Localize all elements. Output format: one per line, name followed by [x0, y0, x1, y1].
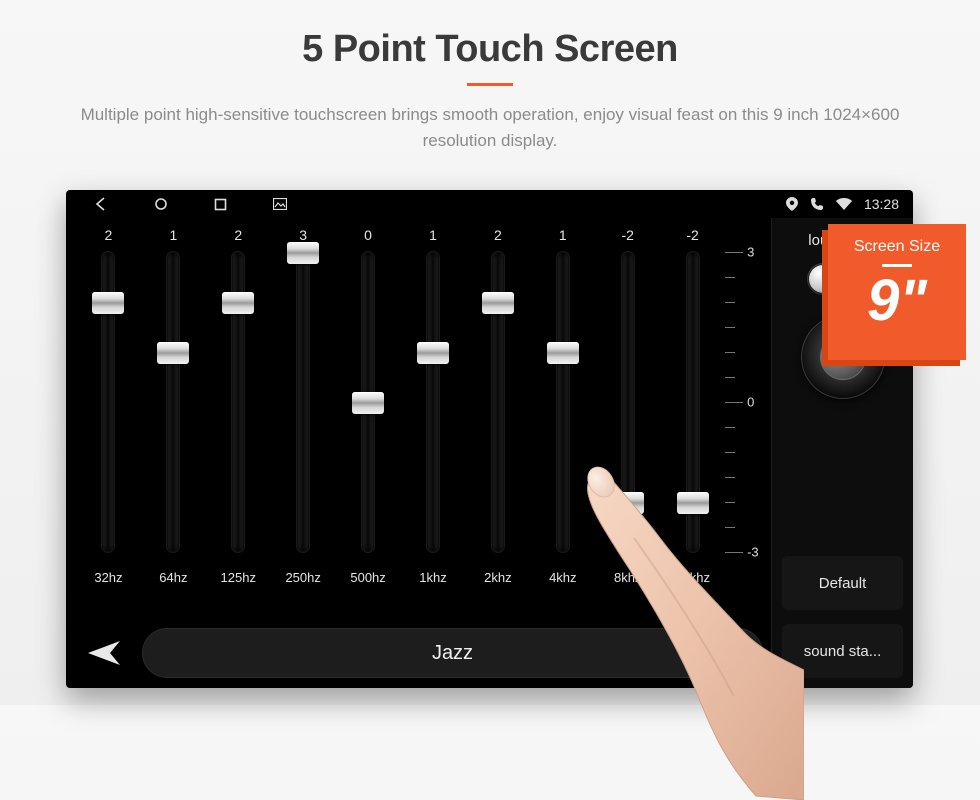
back-button[interactable] [80, 635, 124, 671]
eq-slider-knob[interactable] [482, 292, 514, 314]
eq-slider-knob[interactable] [547, 342, 579, 364]
image-icon[interactable] [273, 198, 287, 210]
eq-band-freq: 500hz [350, 570, 385, 588]
eq-slider-knob[interactable] [287, 242, 319, 264]
eq-scale: 30-3 [725, 252, 767, 552]
eq-band-value: 2 [494, 224, 502, 246]
eq-slider-track[interactable] [297, 252, 309, 552]
eq-slider-knob[interactable] [222, 292, 254, 314]
device-frame: 13:28 232hz164hz2125hz3250hz0500hz11khz2… [66, 190, 913, 688]
eq-slider-track[interactable] [362, 252, 374, 552]
eq-band-value: 0 [364, 224, 372, 246]
eq-band-freq: 125hz [221, 570, 256, 588]
badge-value: 9" [828, 269, 966, 333]
eq-slider-knob[interactable] [92, 292, 124, 314]
eq-band-value: 1 [559, 224, 567, 246]
eq-scale-label: 3 [747, 245, 754, 260]
screen-size-badge: Screen Size 9" [828, 224, 966, 360]
eq-band: 2 32hz [76, 224, 141, 614]
eq-band: 2 2khz [465, 224, 530, 614]
eq-band: 2 125hz [206, 224, 271, 614]
eq-slider-track[interactable] [167, 252, 179, 552]
eq-band-value: 1 [169, 224, 177, 246]
equalizer: 232hz164hz2125hz3250hz0500hz11khz22khz14… [66, 218, 771, 688]
status-bar: 13:28 [66, 190, 913, 218]
preset-button[interactable]: Jazz [142, 628, 763, 678]
eq-slider-track[interactable] [622, 252, 634, 552]
eq-band-freq: 4khz [549, 570, 576, 588]
eq-band: 0 500hz [336, 224, 401, 614]
eq-band: 1 1khz [401, 224, 466, 614]
eq-band-value: -2 [621, 224, 633, 246]
default-button-label: Default [819, 575, 867, 592]
default-button[interactable]: Default [782, 556, 903, 610]
eq-band-freq: 8khz [614, 570, 641, 588]
eq-band: -2 8khz [595, 224, 660, 614]
hero-rule [467, 83, 513, 86]
hero-subtitle: Multiple point high-sensitive touchscree… [75, 102, 905, 153]
badge-label: Screen Size [828, 238, 966, 256]
eq-slider-knob[interactable] [352, 392, 384, 414]
eq-band-freq: 16khz [675, 570, 710, 588]
eq-slider-track[interactable] [687, 252, 699, 552]
eq-band-freq: 64hz [159, 570, 187, 588]
eq-slider-track[interactable] [557, 252, 569, 552]
eq-slider-track[interactable] [102, 252, 114, 552]
location-icon [786, 197, 798, 211]
hero-title: 5 Point Touch Screen [0, 28, 980, 71]
clock-text: 13:28 [864, 196, 899, 212]
eq-band-value: 2 [105, 224, 113, 246]
nav-home-icon[interactable] [154, 197, 168, 211]
eq-slider-knob[interactable] [677, 492, 709, 514]
sound-stage-button-label: sound sta... [804, 643, 882, 660]
eq-scale-label: -3 [747, 545, 759, 560]
eq-slider-track[interactable] [427, 252, 439, 552]
eq-slider-knob[interactable] [417, 342, 449, 364]
eq-band-value: 2 [234, 224, 242, 246]
eq-band-value: -2 [686, 224, 698, 246]
eq-slider-track[interactable] [232, 252, 244, 552]
eq-band-value: 1 [429, 224, 437, 246]
eq-scale-label: 0 [747, 395, 754, 410]
eq-band-freq: 2khz [484, 570, 511, 588]
eq-band-freq: 1khz [419, 570, 446, 588]
hero: 5 Point Touch Screen Multiple point high… [0, 0, 980, 153]
preset-label: Jazz [432, 642, 473, 665]
eq-band-freq: 32hz [94, 570, 122, 588]
nav-recent-icon[interactable] [214, 198, 227, 211]
eq-band: -2 16khz [660, 224, 725, 614]
phone-icon [810, 197, 824, 211]
eq-slider-knob[interactable] [612, 492, 644, 514]
eq-band: 3250hz [271, 224, 336, 614]
sound-stage-button[interactable]: sound sta... [782, 624, 903, 678]
eq-band-freq: 250hz [285, 570, 320, 588]
badge-rule [882, 264, 912, 267]
eq-slider-track[interactable] [492, 252, 504, 552]
nav-back-icon[interactable] [94, 197, 108, 211]
eq-band: 1 4khz [530, 224, 595, 614]
eq-slider-knob[interactable] [157, 342, 189, 364]
eq-band: 1 64hz [141, 224, 206, 614]
wifi-icon [836, 198, 852, 210]
